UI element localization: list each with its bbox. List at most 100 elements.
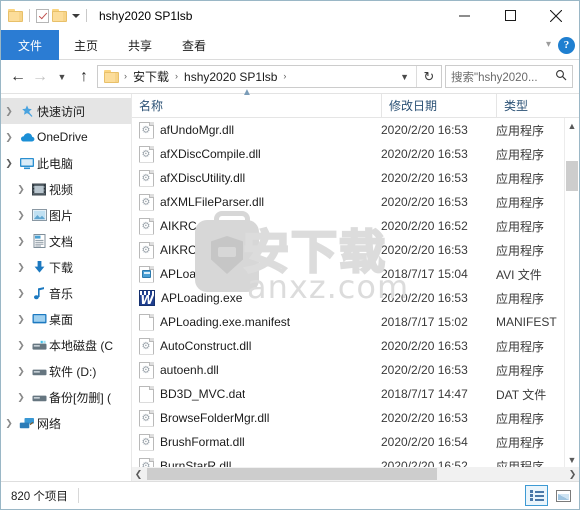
- vertical-scroll-thumb[interactable]: [566, 161, 578, 191]
- table-row[interactable]: ⚙ afXMLFileParser.dll 2020/2/20 16:53 应用…: [132, 190, 579, 214]
- table-row[interactable]: ⚙ AutoConstruct.dll 2020/2/20 16:53 应用程序: [132, 334, 579, 358]
- chevron-right-icon[interactable]: ❯: [13, 262, 29, 273]
- chevron-down-icon[interactable]: ▾: [546, 40, 551, 50]
- avi-file-icon: [139, 265, 154, 283]
- breadcrumb-item-0[interactable]: 安下载: [130, 68, 172, 85]
- file-name: AutoConstruct.dll: [160, 339, 252, 353]
- tab-view[interactable]: 查看: [167, 30, 221, 60]
- chevron-right-icon[interactable]: ❯: [13, 184, 29, 195]
- close-button[interactable]: [533, 1, 579, 30]
- dll-file-icon: ⚙: [139, 457, 154, 467]
- sidebar-item-this-pc[interactable]: ❯ 此电脑: [1, 150, 131, 176]
- sidebar-item-drive-d[interactable]: ❯ 软件 (D:): [1, 358, 131, 384]
- chevron-right-icon[interactable]: ❯: [13, 288, 29, 299]
- address-dropdown-icon[interactable]: ▼: [393, 72, 416, 82]
- column-header-type[interactable]: 类型: [496, 93, 579, 118]
- maximize-button[interactable]: [487, 1, 533, 30]
- chevron-right-icon[interactable]: ❯: [13, 392, 29, 403]
- table-row[interactable]: ⚙ AIKRC.dll 2020/2/20 16:52 应用程序: [132, 214, 579, 238]
- scroll-up-button[interactable]: ▲: [565, 118, 579, 133]
- table-row[interactable]: ⚙ AIKRC2.dll 2020/2/20 16:53 应用程序: [132, 238, 579, 262]
- network-icon: [17, 417, 37, 430]
- table-row[interactable]: APLoading.avi 2018/7/17 15:04 AVI 文件: [132, 262, 579, 286]
- table-row[interactable]: ⚙ BurnStarR.dll 2020/2/20 16:52 应用程序: [132, 454, 579, 467]
- large-icons-view-button[interactable]: [552, 485, 575, 506]
- properties-icon[interactable]: [36, 8, 49, 23]
- chevron-right-icon[interactable]: ❯: [1, 106, 17, 117]
- minimize-button[interactable]: [441, 1, 487, 30]
- table-row[interactable]: BD3D_MVC.dat 2018/7/17 14:47 DAT 文件: [132, 382, 579, 406]
- tab-share[interactable]: 共享: [113, 30, 167, 60]
- breadcrumb-separator-1[interactable]: ›: [172, 72, 181, 81]
- status-divider: [77, 488, 79, 503]
- file-date: 2020/2/20 16:52: [381, 459, 468, 467]
- forward-button[interactable]: →: [29, 65, 51, 89]
- tab-home[interactable]: 主页: [59, 30, 113, 60]
- vertical-scrollbar[interactable]: ▲ ▼: [564, 118, 579, 467]
- scroll-right-button[interactable]: ❯: [566, 467, 579, 481]
- table-row[interactable]: W APLoading.exe 2020/2/20 16:53 应用程序: [132, 286, 579, 310]
- breadcrumb-folder-icon: [104, 70, 119, 83]
- sidebar-item-network[interactable]: ❯ 网络: [1, 410, 131, 436]
- help-button[interactable]: ?: [558, 36, 575, 54]
- file-name-cell: ⚙ afUndoMgr.dll: [132, 121, 381, 139]
- chevron-right-icon[interactable]: ❯: [13, 210, 29, 221]
- table-row[interactable]: APLoading.exe.manifest 2018/7/17 15:02 M…: [132, 310, 579, 334]
- sidebar-item-documents[interactable]: ❯ 文档: [1, 228, 131, 254]
- dll-file-icon: ⚙: [139, 409, 154, 427]
- table-row[interactable]: ⚙ BrushFormat.dll 2020/2/20 16:54 应用程序: [132, 430, 579, 454]
- breadcrumb[interactable]: › 安下载 › hshy2020 SP1lsb › ▼ ↻: [97, 65, 442, 88]
- sidebar-item-desktop[interactable]: ❯ 桌面: [1, 306, 131, 332]
- dll-file-icon: ⚙: [139, 145, 154, 163]
- back-button[interactable]: ←: [7, 65, 29, 89]
- file-name: autoenh.dll: [160, 363, 219, 377]
- file-name: BrowseFolderMgr.dll: [160, 411, 270, 425]
- sidebar-item-backup-drive[interactable]: ❯ 备份[勿删] (: [1, 384, 131, 410]
- table-row[interactable]: ⚙ autoenh.dll 2020/2/20 16:53 应用程序: [132, 358, 579, 382]
- file-name-cell: ⚙ BrowseFolderMgr.dll: [132, 409, 381, 427]
- column-header-date[interactable]: 修改日期: [381, 93, 496, 118]
- new-folder-icon[interactable]: [52, 9, 67, 22]
- file-name-cell: ⚙ AIKRC.dll: [132, 217, 381, 235]
- table-row[interactable]: ⚙ afUndoMgr.dll 2020/2/20 16:53 应用程序: [132, 118, 579, 142]
- tab-file[interactable]: 文件: [1, 30, 60, 60]
- breadcrumb-item-1[interactable]: hshy2020 SP1lsb: [181, 70, 280, 84]
- sidebar-item-music[interactable]: ❯ 音乐: [1, 280, 131, 306]
- refresh-icon[interactable]: ↻: [417, 69, 441, 85]
- folder-icon[interactable]: [8, 9, 23, 22]
- horizontal-scroll-track[interactable]: [145, 467, 566, 481]
- vertical-scroll-track[interactable]: [565, 133, 579, 452]
- scroll-left-button[interactable]: ❮: [132, 467, 145, 481]
- sidebar-item-videos[interactable]: ❯ 视频: [1, 176, 131, 202]
- scroll-down-button[interactable]: ▼: [565, 452, 579, 467]
- window-title: hshy2020 SP1lsb: [99, 8, 193, 23]
- sidebar-item-pictures[interactable]: ❯ 图片: [1, 202, 131, 228]
- sidebar-item-downloads[interactable]: ❯ 下载: [1, 254, 131, 280]
- horizontal-scrollbar[interactable]: ❮ ❯: [132, 467, 579, 481]
- breadcrumb-separator-2[interactable]: ›: [280, 72, 289, 81]
- chevron-right-icon[interactable]: ❯: [1, 132, 17, 143]
- table-row[interactable]: ⚙ afXDiscUtility.dll 2020/2/20 16:53 应用程…: [132, 166, 579, 190]
- sidebar-item-local-disk-c[interactable]: ❯ 本地磁盘 (C: [1, 332, 131, 358]
- recent-locations-button[interactable]: ▼: [51, 65, 73, 89]
- chevron-right-icon[interactable]: ❯: [13, 340, 29, 351]
- horizontal-scroll-thumb[interactable]: [147, 468, 437, 480]
- search-input[interactable]: 搜索"hshy2020...: [445, 65, 573, 88]
- chevron-right-icon[interactable]: ❯: [13, 236, 29, 247]
- dll-file-icon: ⚙: [139, 241, 154, 259]
- table-row[interactable]: ⚙ afXDiscCompile.dll 2020/2/20 16:53 应用程…: [132, 142, 579, 166]
- customize-dropdown-icon[interactable]: [72, 13, 80, 18]
- table-row[interactable]: ⚙ BrowseFolderMgr.dll 2020/2/20 16:53 应用…: [132, 406, 579, 430]
- chevron-right-icon[interactable]: ❯: [13, 314, 29, 325]
- breadcrumb-separator-0[interactable]: ›: [121, 72, 130, 81]
- chevron-right-icon[interactable]: ❯: [13, 366, 29, 377]
- chevron-right-icon[interactable]: ❯: [1, 418, 17, 429]
- sidebar-item-onedrive[interactable]: ❯ OneDrive: [1, 124, 131, 150]
- sidebar-item-quick-access[interactable]: ❯ 快速访问: [1, 98, 131, 124]
- up-button[interactable]: ↑: [73, 65, 95, 89]
- sidebar-item-label: 备份[勿删] (: [49, 390, 111, 405]
- column-header-name[interactable]: 名称 ▲: [132, 87, 381, 118]
- chevron-down-icon[interactable]: ❯: [1, 158, 17, 169]
- details-view-button[interactable]: [525, 485, 548, 506]
- column-header-name-label: 名称: [139, 99, 164, 113]
